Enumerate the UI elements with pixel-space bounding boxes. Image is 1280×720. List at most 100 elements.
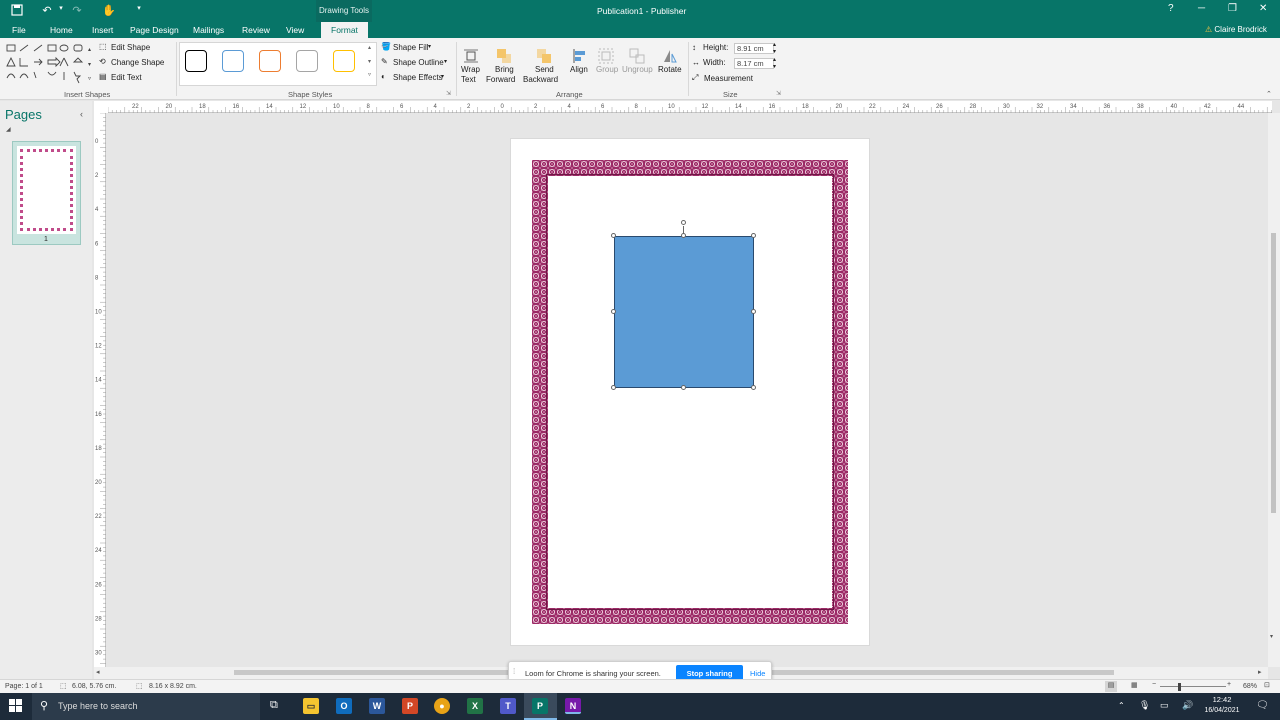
microphone-icon[interactable]: 🎙 (1139, 700, 1150, 711)
resize-handle-nw[interactable] (611, 233, 616, 238)
rotation-handle[interactable] (681, 220, 686, 225)
page-thumbnail[interactable]: 1 (12, 141, 81, 245)
rotate-button[interactable]: Rotate (656, 42, 684, 86)
wrap-text-button[interactable]: Wrap Text (460, 42, 484, 86)
tab-file[interactable]: File (12, 22, 26, 38)
two-page-view-icon[interactable]: ▦ (1131, 681, 1138, 689)
teams-icon[interactable]: T (500, 698, 516, 714)
scroll-down-icon[interactable]: ▾ (1270, 633, 1273, 640)
minimize-button[interactable]: ─ (1198, 3, 1205, 14)
excel-icon[interactable]: X (467, 698, 483, 714)
resize-handle-ne[interactable] (751, 233, 756, 238)
selected-rectangle-shape[interactable] (614, 236, 754, 388)
shapes-gallery[interactable]: ▴ ▾ ▿ (4, 42, 94, 86)
restore-button[interactable]: ❐ (1228, 3, 1237, 14)
style-swatch-gold[interactable] (333, 50, 355, 72)
style-swatch-blue[interactable] (222, 50, 244, 72)
group-divider (688, 42, 689, 96)
user-account[interactable]: ⚠ Claire Brodrick (1205, 22, 1267, 38)
close-window-button[interactable]: ✕ (1259, 3, 1267, 14)
file-explorer-icon[interactable]: ▭ (303, 698, 319, 714)
zoom-slider-thumb[interactable] (1178, 683, 1181, 691)
tab-home[interactable]: Home (50, 22, 73, 38)
scroll-left-icon[interactable]: ◂ (96, 668, 100, 676)
zoom-out-icon[interactable]: − (1152, 681, 1156, 688)
send-backward-button[interactable]: Send Backward (523, 42, 565, 86)
resize-handle-se[interactable] (751, 385, 756, 390)
collapse-pane-icon[interactable]: ‹ (80, 109, 83, 119)
width-label: Width: (703, 58, 726, 67)
tab-insert[interactable]: Insert (92, 22, 113, 38)
change-shape-label: Change Shape (111, 58, 165, 67)
touch-mode-icon[interactable]: ✋ (102, 4, 116, 18)
show-hidden-icons[interactable]: ⌃ (1118, 701, 1125, 710)
align-button[interactable]: Align (568, 42, 592, 86)
undo-dropdown-icon[interactable]: ▾ (54, 4, 68, 18)
powerpoint-icon[interactable]: P (402, 698, 418, 714)
outlook-icon[interactable]: O (336, 698, 352, 714)
width-spinner-icon[interactable]: ▴ ▾ (773, 56, 776, 70)
tab-view[interactable]: View (286, 22, 304, 38)
dialog-launcher-icon[interactable]: ⇲ (446, 90, 451, 97)
shape-outline-label: Shape Outline (393, 58, 444, 67)
volume-icon[interactable]: 🔊 (1182, 700, 1193, 711)
ungroup-label: Ungroup (622, 65, 653, 74)
resize-handle-sw[interactable] (611, 385, 616, 390)
tab-format[interactable]: Format (321, 22, 368, 39)
horizontal-ruler[interactable]: 22 20 18 16 14 12 10 8 6 4 2 0 2 4 6 8 10 12 14 16 18 20 22 24 2… (108, 101, 1272, 113)
ruler-v-label: 30 (95, 651, 102, 657)
bring-forward-button[interactable]: Bring Forward (486, 42, 522, 86)
zoom-in-icon[interactable]: + (1227, 681, 1231, 688)
hide-link[interactable]: Hide (750, 669, 765, 678)
publisher-taskbar-active[interactable]: P (524, 693, 557, 720)
group-button[interactable]: Group (594, 42, 618, 86)
section-arrow-icon[interactable]: ◢ (6, 126, 11, 133)
vertical-ruler[interactable]: 0 2 4 6 8 10 12 14 16 18 20 22 24 26 28 30 (94, 113, 106, 667)
resize-handle-w[interactable] (611, 309, 616, 314)
redo-icon[interactable]: ↷ (70, 4, 84, 18)
word-icon[interactable]: W (369, 698, 385, 714)
zoom-slider[interactable] (1160, 686, 1226, 687)
chrome-icon[interactable]: ● (434, 698, 450, 714)
zoom-level[interactable]: 68% (1243, 683, 1257, 690)
undo-icon[interactable]: ↶ (40, 4, 54, 18)
resize-handle-s[interactable] (681, 385, 686, 390)
thumbnail-border (20, 149, 73, 231)
style-swatch-orange[interactable] (259, 50, 281, 72)
tab-review[interactable]: Review (242, 22, 270, 38)
windows-start-icon[interactable] (9, 699, 22, 715)
tab-mailings[interactable]: Mailings (193, 22, 224, 38)
style-swatch-gray[interactable] (296, 50, 318, 72)
width-input[interactable]: 8.17 cm (734, 58, 774, 69)
height-input[interactable]: 8.91 cm (734, 43, 774, 54)
clock-date[interactable]: 16/04/2021 (1199, 707, 1245, 714)
onenote-icon[interactable]: N (565, 698, 581, 714)
vertical-scrollbar[interactable]: ▾ (1268, 113, 1280, 667)
drag-handle-icon[interactable]: ⁞ (513, 667, 515, 676)
task-view-icon[interactable]: ⧉ (270, 699, 278, 712)
resize-handle-e[interactable] (751, 309, 756, 314)
height-spinner-icon[interactable]: ▴ ▾ (773, 41, 776, 55)
vertical-scroll-thumb[interactable] (1271, 233, 1276, 513)
single-page-view-icon[interactable]: ▤ (1105, 681, 1117, 692)
tab-page-design[interactable]: Page Design (130, 22, 179, 38)
notifications-icon[interactable]: 🗨 (1256, 700, 1269, 711)
save-icon[interactable] (10, 4, 24, 18)
gallery-more-icon[interactable]: ▿ (368, 71, 371, 78)
fit-page-icon[interactable]: ⊡ (1264, 681, 1270, 689)
help-button[interactable]: ? (1168, 3, 1174, 14)
clock-time[interactable]: 12:42 (1202, 695, 1242, 704)
resize-handle-n[interactable] (681, 233, 686, 238)
collapse-ribbon-icon[interactable]: ⌃ (1266, 90, 1272, 98)
style-swatch-black[interactable] (185, 50, 207, 72)
send-backward-label: Send (535, 65, 554, 74)
gallery-down-icon[interactable]: ▾ (368, 58, 371, 65)
network-icon[interactable]: ▭ (1160, 700, 1169, 711)
page-indicator[interactable]: Page: 1 of 1 (5, 683, 43, 690)
gallery-up-icon[interactable]: ▴ (368, 44, 371, 51)
size-dialog-launcher-icon[interactable]: ⇲ (776, 90, 781, 97)
taskbar-search-box[interactable]: ⚲ Type here to search (32, 693, 260, 720)
customize-qat-icon[interactable]: ▾ (132, 4, 146, 18)
scroll-right-icon[interactable]: ▸ (1258, 668, 1262, 676)
ungroup-button[interactable]: Ungroup (620, 42, 654, 86)
